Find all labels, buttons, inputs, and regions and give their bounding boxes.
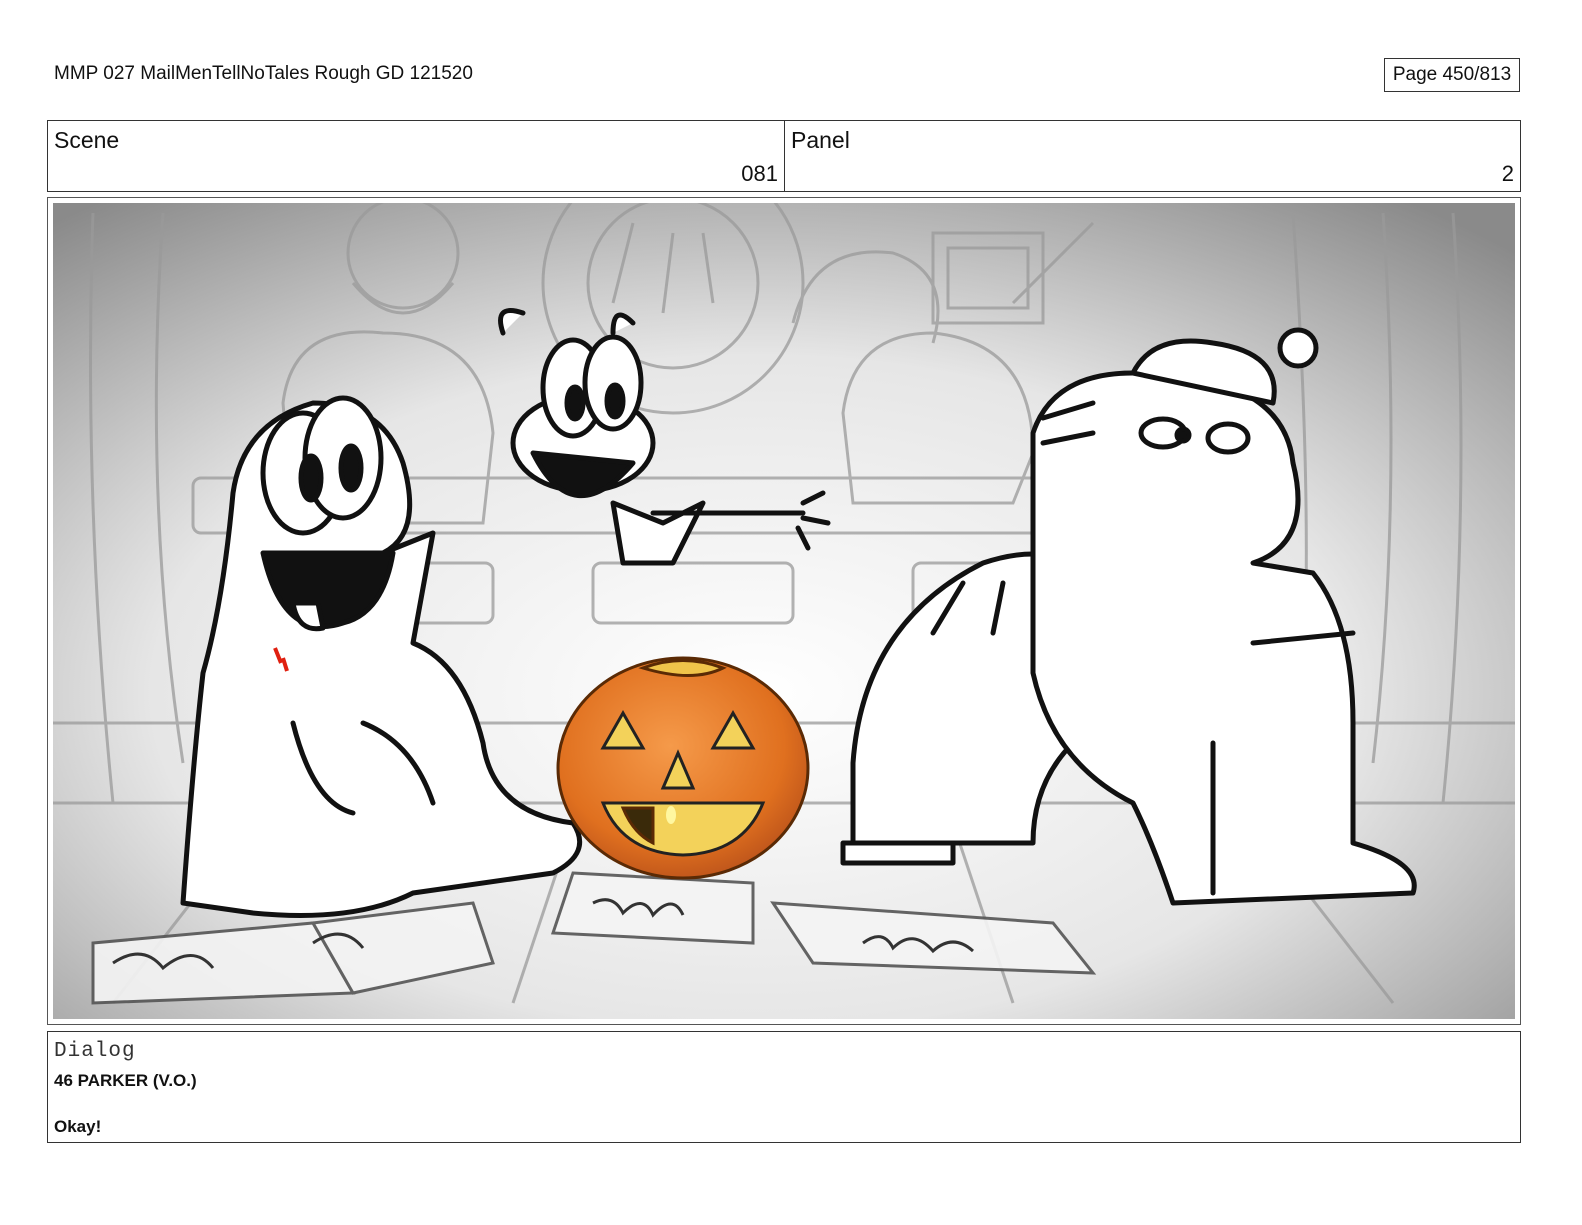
document-title: MMP 027 MailMenTellNoTales Rough GD 1215… [54, 63, 473, 84]
scene-cell: Scene 081 [48, 121, 785, 191]
dialog-speaker: 46 PARKER (V.O.) [54, 1071, 197, 1090]
jack-o-lantern [556, 656, 810, 880]
panel-cell: Panel 2 [785, 121, 1520, 191]
dialog-label: Dialog [54, 1040, 136, 1063]
scene-panel-header: Scene 081 Panel 2 [47, 120, 1521, 192]
scene-label: Scene [54, 127, 120, 153]
dialog-box: Dialog 46 PARKER (V.O.) Okay! [47, 1031, 1521, 1143]
page-number-box: Page 450/813 [1384, 58, 1520, 92]
storyboard-frame [47, 197, 1521, 1025]
scene-number: 081 [741, 161, 778, 186]
panel-label: Panel [791, 127, 850, 153]
storyboard-drawing [53, 203, 1515, 1019]
panel-number: 2 [1501, 161, 1514, 186]
dialog-line: Okay! [54, 1117, 102, 1136]
page-number: Page 450/813 [1392, 64, 1512, 85]
